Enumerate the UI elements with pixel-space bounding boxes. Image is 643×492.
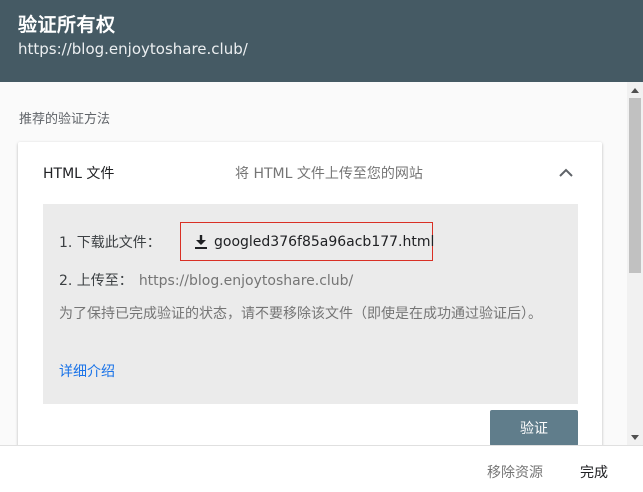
- html-file-method-card: HTML 文件 将 HTML 文件上传至您的网站 1. 下载此文件： googl…: [18, 142, 602, 445]
- step2-url: https://blog.enjoytoshare.club/: [138, 273, 354, 289]
- step2-label: 2. 上传至：: [59, 273, 133, 289]
- dialog-title: 验证所有权: [18, 14, 116, 36]
- dialog-footer: 移除资源 完成: [0, 445, 643, 492]
- vertical-scrollbar[interactable]: [627, 82, 643, 445]
- card-title: HTML 文件: [43, 166, 115, 182]
- card-header[interactable]: HTML 文件 将 HTML 文件上传至您的网站: [18, 142, 602, 202]
- learn-more-link[interactable]: 详细介绍: [59, 361, 115, 381]
- dialog-header: 验证所有权 https://blog.enjoytoshare.club/: [0, 0, 643, 82]
- scrollbar-thumb[interactable]: [629, 98, 641, 273]
- chevron-up-icon[interactable]: [554, 160, 578, 184]
- property-url: https://blog.enjoytoshare.club/: [18, 40, 248, 58]
- dialog-content[interactable]: 推荐的验证方法 HTML 文件 将 HTML 文件上传至您的网站 1. 下载此文…: [0, 82, 627, 445]
- step1-label: 1. 下载此文件：: [59, 235, 161, 251]
- scroll-down-arrow-icon[interactable]: [627, 429, 643, 445]
- instructions-panel: 1. 下载此文件： googled376f85a96acb177.html 2.…: [43, 204, 578, 404]
- download-icon: [193, 234, 209, 250]
- section-label: 推荐的验证方法: [19, 112, 111, 127]
- download-file-button[interactable]: googled376f85a96acb177.html: [180, 222, 435, 261]
- scroll-up-arrow-icon[interactable]: [627, 82, 643, 98]
- step2-row: 2. 上传至： https://blog.enjoytoshare.club/: [59, 270, 353, 290]
- card-description: 将 HTML 文件上传至您的网站: [235, 166, 423, 182]
- download-filename: googled376f85a96acb177.html: [214, 233, 435, 250]
- keep-file-note: 为了保持已完成验证的状态，请不要移除该文件（即使是在成功通过验证后）。: [59, 306, 542, 322]
- done-button[interactable]: 完成: [580, 462, 608, 482]
- verify-button[interactable]: 验证: [490, 410, 578, 445]
- remove-property-button[interactable]: 移除资源: [487, 462, 543, 482]
